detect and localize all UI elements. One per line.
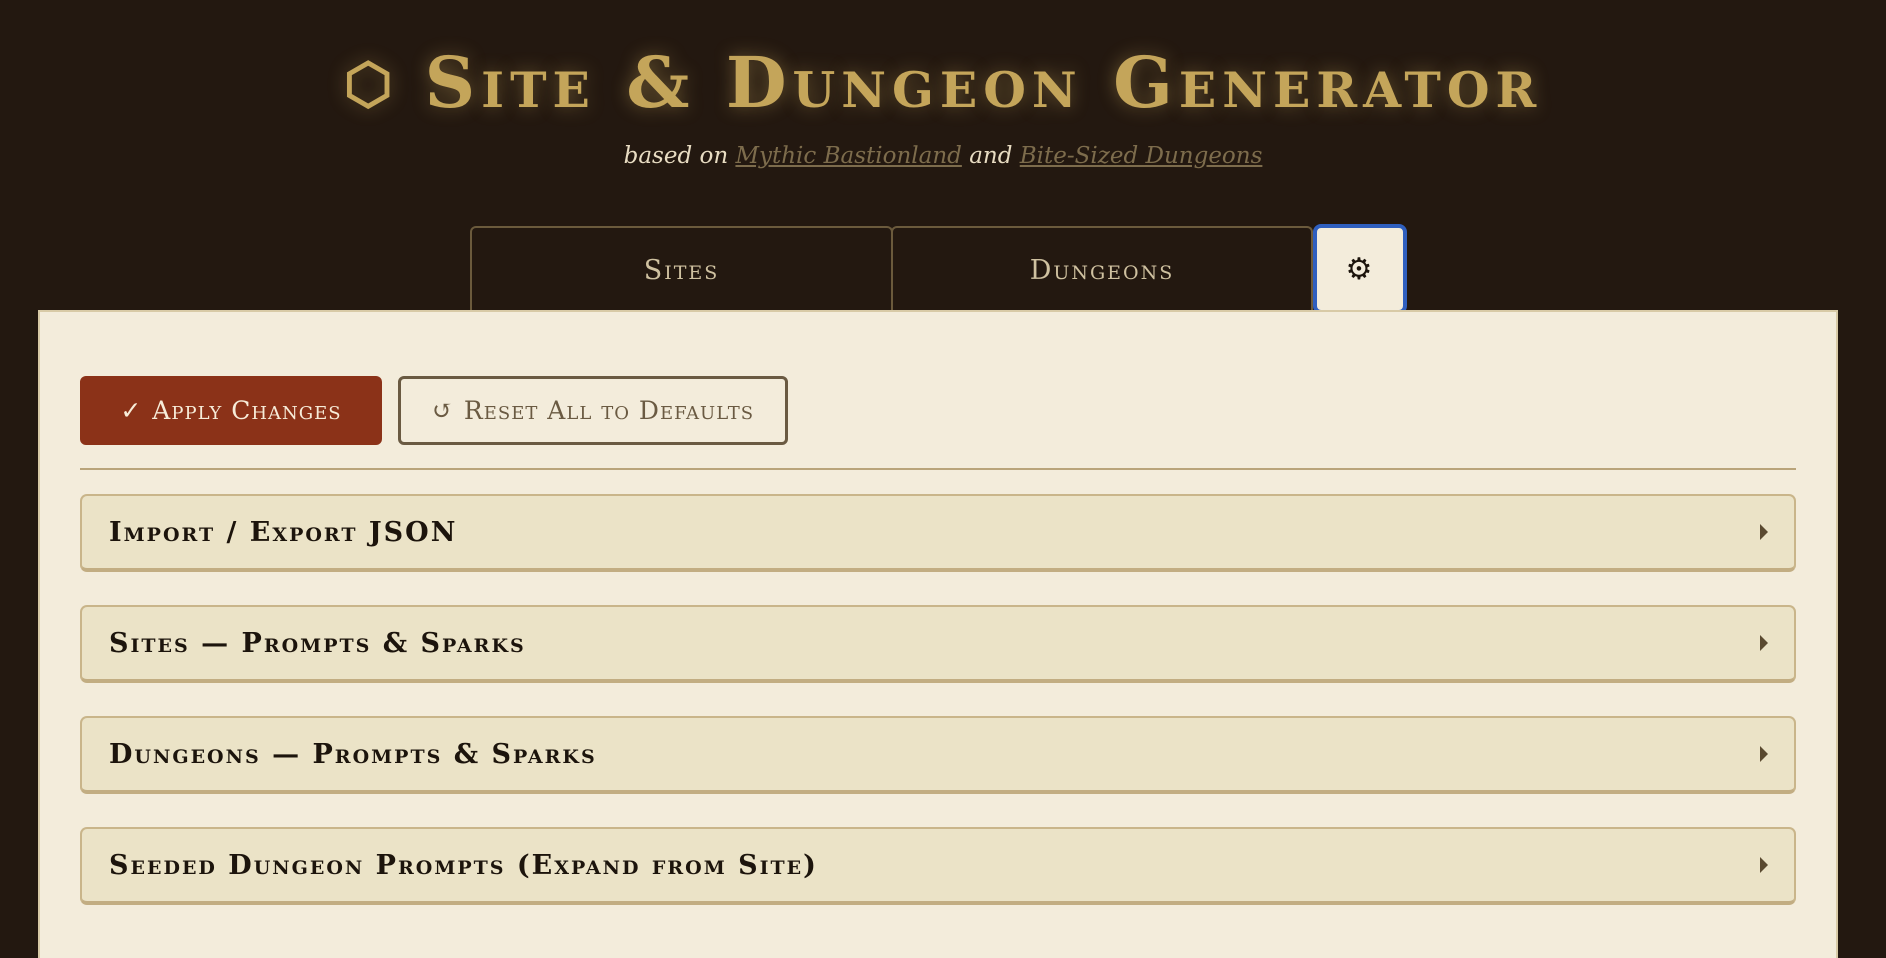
section-title: Seeded Dungeon Prompts (Expand from Site…	[109, 849, 818, 881]
tab-sites[interactable]: Sites	[470, 226, 893, 312]
section-sites-prompts[interactable]: Sites — Prompts & Sparks	[80, 605, 1796, 683]
reset-defaults-button[interactable]: ↺ Reset All to Defaults	[398, 376, 788, 445]
section-title: Dungeons — Prompts & Sparks	[109, 738, 597, 770]
section-import-export[interactable]: Import / Export JSON	[80, 494, 1796, 572]
section-title: Sites — Prompts & Sparks	[109, 627, 526, 659]
section-seeded-dungeon-prompts[interactable]: Seeded Dungeon Prompts (Expand from Site…	[80, 827, 1796, 905]
reset-defaults-label: Reset All to Defaults	[463, 396, 755, 425]
main-tabs: Sites Dungeons ⚙	[470, 224, 1407, 314]
bite-sized-dungeons-link[interactable]: Bite-Sized Dungeons	[1020, 143, 1263, 169]
page-title: ⬡ Site & Dungeon Generator	[0, 38, 1886, 129]
reset-icon: ↺	[431, 396, 454, 425]
section-title: Import / Export JSON	[109, 516, 458, 548]
apply-changes-label: Apply Changes	[152, 396, 342, 425]
divider	[80, 468, 1796, 470]
chevron-right-icon	[1760, 524, 1768, 540]
chevron-right-icon	[1760, 746, 1768, 762]
chevron-right-icon	[1760, 857, 1768, 873]
tab-dungeons-label: Dungeons	[1029, 254, 1175, 286]
tab-dungeons[interactable]: Dungeons	[891, 226, 1313, 312]
hexagon-icon: ⬡	[343, 51, 399, 117]
check-icon: ✓	[120, 396, 143, 425]
section-dungeons-prompts[interactable]: Dungeons — Prompts & Sparks	[80, 716, 1796, 794]
subtitle-and: and	[969, 143, 1013, 169]
subtitle-prefix: based on	[623, 143, 729, 169]
tab-settings[interactable]: ⚙	[1313, 224, 1407, 314]
mythic-bastionland-link[interactable]: Mythic Bastionland	[735, 143, 961, 169]
apply-changes-button[interactable]: ✓ Apply Changes	[80, 376, 382, 445]
gear-icon: ⚙	[1345, 251, 1375, 287]
chevron-right-icon	[1760, 635, 1768, 651]
page-subtitle: based on Mythic Bastionland and Bite-Siz…	[0, 140, 1886, 172]
settings-panel: ✓ Apply Changes ↺ Reset All to Defaults …	[38, 310, 1838, 958]
page-title-text: Site & Dungeon Generator	[424, 41, 1543, 124]
tab-sites-label: Sites	[643, 254, 720, 286]
